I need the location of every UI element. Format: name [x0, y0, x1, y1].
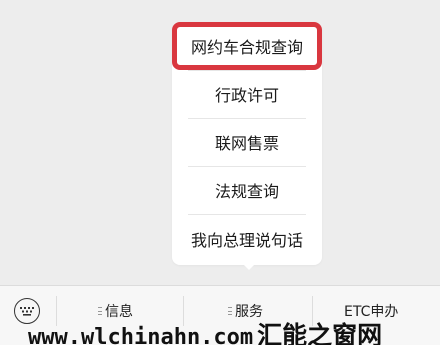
menu-glyph-icon	[228, 307, 232, 315]
service-popup-menu: 网约车合规查询 行政许可 联网售票 法规查询 我向总理说句话	[172, 22, 322, 265]
menu-item-administrative-license[interactable]: 行政许可	[172, 70, 322, 118]
menu-item-label: 行政许可	[214, 86, 279, 105]
menu-glyph-icon	[98, 307, 102, 315]
menu-item-message-to-premier[interactable]: 我向总理说句话	[172, 215, 322, 263]
watermark: www.wlchinahn.com 汇能之窗网	[28, 316, 382, 345]
screen: 网约车合规查询 行政许可 联网售票 法规查询 我向总理说句话 信息 服务 ETC…	[0, 0, 440, 345]
menu-item-label: 我向总理说句话	[190, 231, 303, 250]
menu-item-label: 法规查询	[214, 182, 279, 201]
menu-item-ride-hailing-compliance[interactable]: 网约车合规查询	[172, 22, 322, 70]
popup-pointer-arrow	[241, 262, 257, 270]
menu-item-regulation-query[interactable]: 法规查询	[172, 166, 322, 214]
menu-item-label: 网约车合规查询	[190, 38, 303, 57]
watermark-site-name: 汇能之窗网	[257, 321, 383, 345]
keyboard-icon	[20, 307, 34, 316]
menu-item-label: 联网售票	[214, 134, 279, 153]
watermark-url: www.wlchinahn.com	[28, 325, 254, 345]
menu-item-online-ticketing[interactable]: 联网售票	[172, 118, 322, 166]
